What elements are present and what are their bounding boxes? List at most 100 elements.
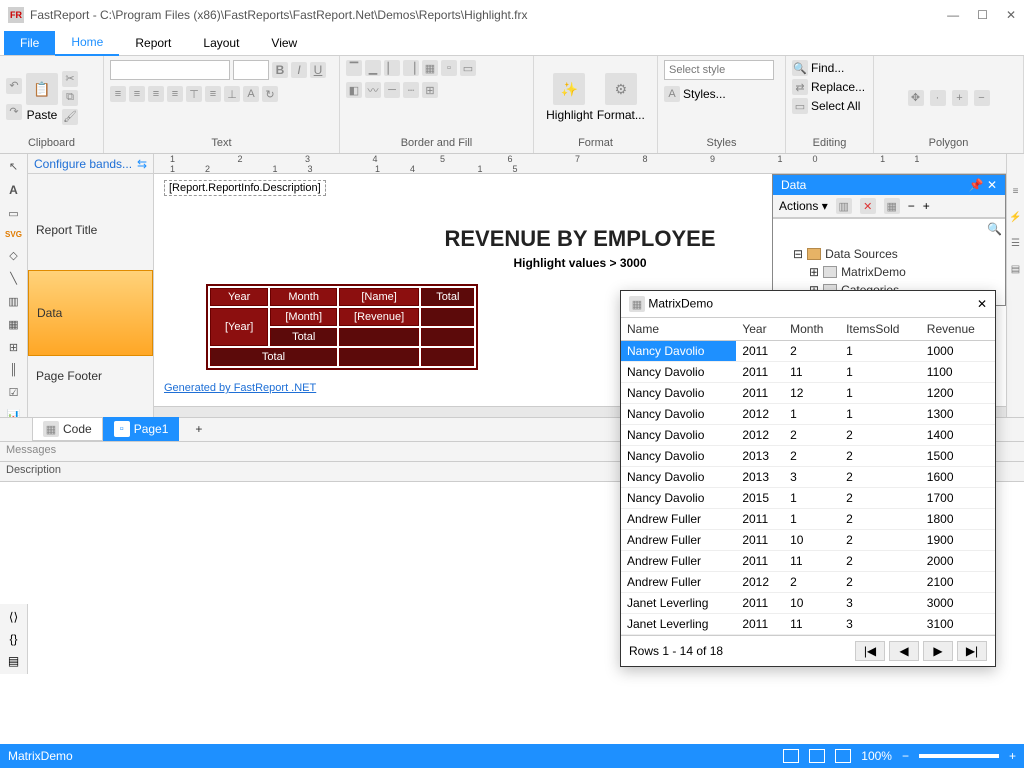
data-panel[interactable]: Data 📌 ✕ Actions ▾ ▥ ✕ ▦ − + 🔍 ⊟ Data So… [772,174,1006,306]
data-minus-icon[interactable]: − [908,199,915,213]
valign-mid-icon[interactable]: ≡ [205,86,221,102]
datagrid-close-button[interactable]: ✕ [977,297,987,311]
statusview3-icon[interactable] [835,749,851,763]
zoom-in-button[interactable]: + [1009,749,1016,763]
tree-icon[interactable]: ☰ [1009,236,1023,250]
menu-view[interactable]: View [255,31,313,55]
font-family-select[interactable] [110,60,230,80]
selectstyle-select[interactable]: Select style [664,60,774,80]
data-new-icon[interactable]: ▥ [836,198,852,214]
border-all-icon[interactable]: ▦ [422,60,438,76]
matrix-cell[interactable] [421,348,474,366]
linewidth-icon[interactable]: ─ [384,82,400,98]
minimize-button[interactable]: — [947,8,959,22]
matrix-cell[interactable]: [Year] [210,308,268,346]
menu-home[interactable]: Home [55,30,119,56]
styles-button[interactable]: AStyles... [664,86,726,102]
table-row[interactable]: Andrew Fuller2011121800 [621,509,995,530]
maximize-button[interactable]: ☐ [977,8,988,22]
linecolor-icon[interactable]: 〰 [365,82,381,98]
description-field[interactable]: [Report.ReportInfo.Description] [164,180,326,196]
checkbox-tool-icon[interactable]: ☑ [5,386,23,399]
dict-icon[interactable]: ▤ [8,654,19,668]
matrix-cell[interactable]: Total [270,328,337,346]
table-row[interactable]: Nancy Davolio2011211000 [621,341,995,362]
border-dlg-icon[interactable]: ⊞ [422,82,438,98]
data-view-icon[interactable]: ▦ [884,198,900,214]
matrix-cell[interactable]: Year [210,288,268,306]
menu-file[interactable]: File [4,31,55,55]
find-button[interactable]: 🔍Find... [792,60,844,76]
table-tool-icon[interactable]: ▦ [5,318,23,331]
tree-matrixdemo[interactable]: ⊞ MatrixDemo [779,263,999,281]
pointer-icon[interactable]: ↖ [5,160,23,173]
underline-icon[interactable]: U [310,62,326,78]
menu-layout[interactable]: Layout [187,31,255,55]
poly-add-icon[interactable]: + [952,90,968,106]
generated-by-link[interactable]: Generated by FastReport .NET [164,382,316,394]
border-left-icon[interactable]: ▏ [384,60,400,76]
svg-tool-icon[interactable]: SVG [5,230,23,239]
valign-bot-icon[interactable]: ⊥ [224,86,240,102]
menu-report[interactable]: Report [119,31,187,55]
zoom-out-button[interactable]: − [902,749,909,763]
tab-page1[interactable]: ▫Page1 [103,417,180,441]
close-button[interactable]: ✕ [1006,8,1016,22]
nav-last-button[interactable]: ▶| [957,641,987,661]
matrix-cell[interactable]: Total [210,348,337,366]
shape-tool-icon[interactable]: ◇ [5,249,23,262]
align-right-icon[interactable]: ≡ [148,86,164,102]
format-icon[interactable]: ⚙ [605,73,637,105]
redo-icon[interactable]: ↷ [6,104,22,120]
nav-prev-button[interactable]: ◀ [889,641,919,661]
highlight-icon[interactable]: ✨ [553,73,585,105]
border-none-icon[interactable]: ▫ [441,60,457,76]
data-plus-icon[interactable]: + [923,199,930,213]
tab-code[interactable]: ▦Code [32,417,103,441]
events-icon[interactable]: ⚡ [1009,210,1023,224]
statusview1-icon[interactable] [783,749,799,763]
band-data[interactable]: Data [28,270,153,356]
table-row[interactable]: Janet Leverling20111133100 [621,614,995,635]
table-row[interactable]: Nancy Davolio20111111100 [621,362,995,383]
datagrid-col-header[interactable]: Year [736,318,784,341]
poly-point-icon[interactable]: · [930,90,946,106]
matrix-cell[interactable]: [Name] [339,288,419,306]
table-row[interactable]: Andrew Fuller20111021900 [621,530,995,551]
barcode-tool-icon[interactable]: ║ [5,364,23,376]
italic-icon[interactable]: I [291,62,307,78]
table-row[interactable]: Andrew Fuller2012222100 [621,572,995,593]
data-preview-grid[interactable]: ▦ MatrixDemo ✕ NameYearMonthItemsSoldRev… [620,290,996,667]
matrix-cell[interactable]: Total [421,288,474,306]
formatpainter-icon[interactable]: 🖌 [62,109,78,125]
data-close-icon[interactable]: ✕ [987,178,997,192]
poly-del-icon[interactable]: − [974,90,990,106]
statusview2-icon[interactable] [809,749,825,763]
table-row[interactable]: Andrew Fuller20111122000 [621,551,995,572]
xml-icon[interactable]: ⟨⟩ [9,610,18,624]
undo-icon[interactable]: ↶ [6,78,22,94]
data-search[interactable]: 🔍 [773,218,1005,239]
text-tool-icon[interactable]: A [5,183,23,197]
picture-tool-icon[interactable]: ▭ [5,207,23,220]
datagrid-col-header[interactable]: ItemsSold [840,318,921,341]
border-top-icon[interactable]: ▔ [346,60,362,76]
table-row[interactable]: Nancy Davolio2013321600 [621,467,995,488]
paste-icon[interactable]: 📋 [26,73,58,105]
props-icon[interactable]: ≡ [1009,184,1023,198]
matrix-cell[interactable]: Month [270,288,337,306]
table-row[interactable]: Nancy Davolio2015121700 [621,488,995,509]
copy-icon[interactable]: ⧉ [62,90,78,106]
tab-add[interactable]: + [179,419,218,439]
align-justify-icon[interactable]: ≡ [167,86,183,102]
poly-move-icon[interactable]: ✥ [908,90,924,106]
table-row[interactable]: Nancy Davolio20111211200 [621,383,995,404]
chart-tool-icon[interactable]: 📊 [5,409,23,417]
matrix-tool-icon[interactable]: ⊞ [5,341,23,354]
table-row[interactable]: Janet Leverling20111033000 [621,593,995,614]
align-left-icon[interactable]: ≡ [110,86,126,102]
matrix-cell[interactable]: [Revenue] [339,308,419,326]
matrix-cell[interactable] [339,348,419,366]
matrix-object[interactable]: Year Month [Name] Total [Year] [Month] [… [206,284,478,370]
band-report-title[interactable]: Report Title [28,190,153,270]
